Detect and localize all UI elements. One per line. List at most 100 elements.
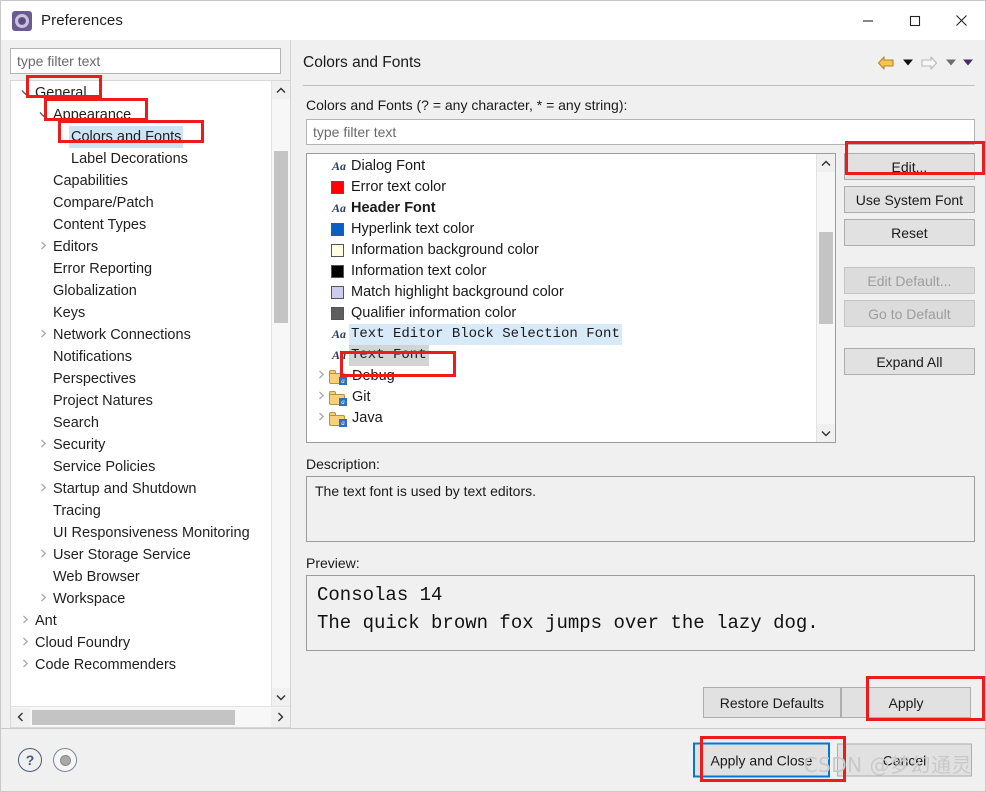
list-scroll-up-icon[interactable] [816,154,835,172]
sidebar-item-ant[interactable]: Ant [11,610,290,632]
list-item[interactable]: Aa Header Font [307,198,816,219]
chevron-right-icon[interactable] [35,478,51,500]
tree-item-list: General Appearance Colors and Fonts Label D… [11,81,290,676]
sidebar-item-label: General [35,85,87,101]
list-item[interactable]: Aa Text Editor Block Selection Font [307,324,816,345]
expand-all-button[interactable]: Expand All [843,348,975,375]
chevron-right-icon[interactable] [35,236,51,258]
forward-arrow-icon[interactable] [917,51,941,75]
sidebar-item-label: Service Policies [53,459,156,475]
forward-history-chevron-down-icon[interactable] [943,51,958,75]
sidebar-item-content-types[interactable]: Content Types [11,214,290,236]
sidebar-item-service-policies[interactable]: Service Policies [11,456,290,478]
list-item[interactable]: Information background color [307,240,816,261]
list-item[interactable]: Information text color [307,261,816,282]
edit-default-button: Edit Default... [843,267,975,294]
sidebar-item-globalization[interactable]: Globalization [11,280,290,302]
sidebar-item-error-reporting[interactable]: Error Reporting [11,258,290,280]
minimize-button[interactable] [844,1,891,40]
scroll-up-icon[interactable] [272,81,290,99]
list-item[interactable]: Aa Text Font [307,345,816,366]
sidebar-item-tracing[interactable]: Tracing [11,500,290,522]
edit-button[interactable]: Edit... [843,153,975,180]
sidebar-item-user-storage-service[interactable]: User Storage Service [11,544,290,566]
status-circle-icon[interactable] [53,748,77,772]
chevron-right-icon[interactable] [17,632,33,654]
chevron-down-icon[interactable] [17,82,33,104]
maximize-button[interactable] [891,1,938,40]
restore-defaults-button[interactable]: Restore Defaults [702,687,841,718]
list-item[interactable]: a Git [307,387,816,408]
colors-fonts-filter-input[interactable] [306,119,975,145]
list-vertical-scrollbar[interactable] [815,154,835,442]
tree-hscroll-thumb[interactable] [32,709,235,725]
scroll-down-icon[interactable] [272,688,290,706]
back-arrow-icon[interactable] [874,51,898,75]
list-item[interactable]: Qualifier information color [307,303,816,324]
sidebar-item-label: Security [53,437,106,453]
tree-filter-input[interactable] [10,48,281,74]
chevron-right-icon[interactable] [17,654,33,676]
scroll-right-icon[interactable] [271,707,290,727]
sidebar-item-colors-and-fonts[interactable]: Colors and Fonts [11,126,290,148]
sidebar-item-editors[interactable]: Editors [11,236,290,258]
colors-fonts-listbox[interactable]: Aa Dialog Font Error text color Aa Header Fo… [306,153,836,443]
chevron-right-icon[interactable] [17,610,33,632]
list-scroll-thumb[interactable] [818,232,833,324]
sidebar-item-ui-responsiveness-monitoring[interactable]: UI Responsiveness Monitoring [11,522,290,544]
tree-hscroll-track[interactable] [30,708,271,727]
chevron-right-icon[interactable] [35,324,51,346]
use-system-font-button[interactable]: Use System Font [843,186,975,213]
help-icon[interactable]: ? [18,748,42,772]
sidebar-item-label: Tracing [53,503,101,519]
sidebar-item-search[interactable]: Search [11,412,290,434]
close-button[interactable] [938,1,985,40]
sidebar-item-cloud-foundry[interactable]: Cloud Foundry [11,632,290,654]
sidebar-item-security[interactable]: Security [11,434,290,456]
sidebar-item-code-recommenders[interactable]: Code Recommenders [11,654,290,676]
sidebar-item-web-browser[interactable]: Web Browser [11,566,290,588]
chevron-right-icon[interactable] [313,366,329,387]
list-item[interactable]: Error text color [307,177,816,198]
page-apply-row: Restore Defaults Apply [303,687,975,718]
chevron-right-icon[interactable] [35,434,51,456]
sidebar-item-label: Editors [53,239,99,255]
sidebar-item-workspace[interactable]: Workspace [11,588,290,610]
chevron-down-icon[interactable] [35,104,51,126]
chevron-right-icon[interactable] [35,544,51,566]
sidebar-item-notifications[interactable]: Notifications [11,346,290,368]
sidebar-item-label-decorations[interactable]: Label Decorations [11,148,290,170]
tree-scroll-thumb[interactable] [274,151,288,323]
sidebar-item-startup-and-shutdown[interactable]: Startup and Shutdown [11,478,290,500]
list-item[interactable]: Aa Dialog Font [307,156,816,177]
chevron-right-icon[interactable] [313,408,329,429]
tree-vertical-scrollbar[interactable] [271,81,290,706]
list-item[interactable]: a Debug [307,366,816,387]
apply-button[interactable]: Apply [841,687,971,718]
list-scroll-down-icon[interactable] [816,424,835,442]
colors-fonts-filter-label: Colors and Fonts (? = any character, * =… [306,97,628,113]
tree-horizontal-scrollbar[interactable] [11,706,290,727]
chevron-right-icon[interactable] [35,588,51,610]
list-item-label: Qualifier information color [351,305,517,321]
color-swatch-icon [331,286,344,299]
chevron-right-icon[interactable] [313,387,329,408]
view-menu-chevron-down-icon[interactable] [960,51,975,75]
sidebar-item-general[interactable]: General [11,82,290,104]
back-history-chevron-down-icon[interactable] [900,51,915,75]
list-item[interactable]: Hyperlink text color [307,219,816,240]
sidebar-item-project-natures[interactable]: Project Natures [11,390,290,412]
sidebar-item-keys[interactable]: Keys [11,302,290,324]
preview-line-2: The quick brown fox jumps over the lazy … [317,611,819,634]
color-swatch-icon [331,181,344,194]
reset-button[interactable]: Reset [843,219,975,246]
sidebar-item-perspectives[interactable]: Perspectives [11,368,290,390]
colors-fonts-list: Aa Dialog Font Error text color Aa Header Fo… [307,156,816,429]
list-item[interactable]: Match highlight background color [307,282,816,303]
list-item[interactable]: a Java [307,408,816,429]
scroll-left-icon[interactable] [11,707,30,727]
sidebar-item-capabilities[interactable]: Capabilities [11,170,290,192]
sidebar-item-appearance[interactable]: Appearance [11,104,290,126]
sidebar-item-compare-patch[interactable]: Compare/Patch [11,192,290,214]
sidebar-item-network-connections[interactable]: Network Connections [11,324,290,346]
